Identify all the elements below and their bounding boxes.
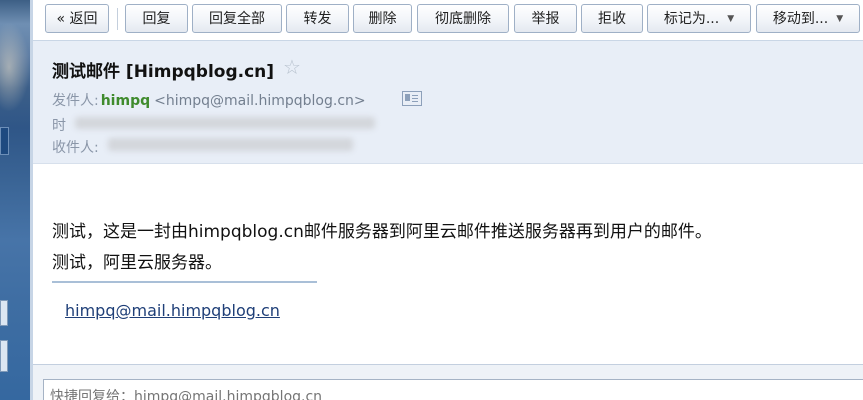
mail-subject: 测试邮件 [Himpqblog.cn] xyxy=(52,62,275,82)
toolbar-divider xyxy=(117,8,118,30)
mark-as-label: 标记为... xyxy=(663,11,720,27)
sidebar-strip xyxy=(0,0,34,400)
signature-email-link[interactable]: himpq@mail.himpqblog.cn xyxy=(65,301,280,320)
reject-button[interactable]: 拒收 xyxy=(581,4,643,33)
reply-all-button[interactable]: 回复全部 xyxy=(192,4,282,33)
delete-button[interactable]: 删除 xyxy=(353,4,412,33)
forward-button[interactable]: 转发 xyxy=(286,4,349,33)
sidebar-edge-button[interactable] xyxy=(0,300,8,326)
chevron-down-icon: ▼ xyxy=(836,14,844,24)
mark-as-dropdown[interactable]: 标记为... ▼ xyxy=(647,4,751,33)
date-row: 时 xyxy=(52,115,66,135)
chevron-down-icon: ▼ xyxy=(727,14,735,24)
redacted-date xyxy=(75,117,375,129)
sender-name[interactable]: himpq xyxy=(101,93,150,109)
move-to-label: 移动到... xyxy=(772,11,829,27)
signature-divider xyxy=(52,281,317,283)
mail-body: 测试，这是一封由himpqblog.cn邮件服务器到阿里云邮件推送服务器再到用户… xyxy=(33,164,863,364)
body-line: 测试，阿里云服务器。 xyxy=(52,253,222,273)
redacted-recipients xyxy=(108,138,353,151)
to-label: 收件人: xyxy=(52,140,99,156)
back-button[interactable]: « 返回 xyxy=(45,4,109,33)
quick-reply-input[interactable] xyxy=(43,379,863,400)
star-outline-icon[interactable]: ☆ xyxy=(283,55,301,79)
mail-reader: « 返回 回复 回复全部 转发 删除 彻底删除 举报 拒收 标记为... ▼ 移动… xyxy=(0,0,863,400)
sidebar-active-tab[interactable] xyxy=(0,127,9,155)
sidebar-decoration xyxy=(0,22,30,112)
contact-card-icon[interactable] xyxy=(402,91,422,106)
sidebar-edge-button-2[interactable] xyxy=(0,340,8,372)
date-label: 时 xyxy=(52,118,66,134)
to-row: 收件人: xyxy=(52,137,99,157)
from-row: 发件人: himpq <himpq@mail.himpqblog.cn> xyxy=(52,90,366,110)
mail-toolbar: « 返回 回复 回复全部 转发 删除 彻底删除 举报 拒收 标记为... ▼ 移动… xyxy=(33,0,863,41)
mail-header: 测试邮件 [Himpqblog.cn] ☆ 发件人: himpq <himpq@ma… xyxy=(33,41,863,164)
reply-button[interactable]: 回复 xyxy=(125,4,188,33)
from-label: 发件人: xyxy=(52,93,99,109)
sender-address: <himpq@mail.himpqblog.cn> xyxy=(154,93,366,109)
quick-reply-area xyxy=(33,364,863,400)
report-button[interactable]: 举报 xyxy=(514,4,577,33)
move-to-dropdown[interactable]: 移动到... ▼ xyxy=(756,4,860,33)
delete-permanently-button[interactable]: 彻底删除 xyxy=(417,4,509,33)
body-line: 测试，这是一封由himpqblog.cn邮件服务器到阿里云邮件推送服务器再到用户… xyxy=(52,222,712,242)
